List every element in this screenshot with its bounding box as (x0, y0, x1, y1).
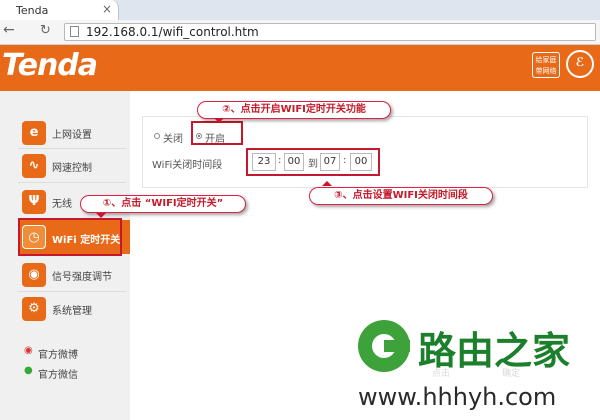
weibo-icon: ◉ (24, 345, 33, 356)
annotation-box-enable (191, 121, 243, 145)
annotation-arrow (322, 181, 332, 186)
watermark-logo-cut (384, 340, 410, 352)
annotation-step3: ③、点击设置WIFI关闭时间段 (309, 187, 493, 205)
page-icon (70, 26, 79, 37)
signal-icon: ◉ (22, 263, 46, 287)
product-badge-line2: 带网络 (535, 67, 557, 75)
sidebar-item-label: 上网设置 (52, 130, 92, 141)
sidebar-item-speed-control[interactable]: ∿ 网速控制 (0, 149, 130, 183)
radio-off[interactable] (154, 133, 160, 139)
url-text[interactable]: 192.168.0.1/wifi_control.htm (86, 25, 259, 39)
annotation-step2: ②、点击开启WIFI定时开关功能 (197, 101, 391, 119)
sidebar-item-label: 网速控制 (52, 163, 92, 174)
wechat-link[interactable]: 官方微信 (38, 366, 78, 381)
wechat-icon: ● (24, 365, 33, 376)
annotation-arrow (214, 118, 224, 123)
tab-close-icon[interactable]: × (102, 2, 112, 16)
annotation-step1: ①、点击 “WIFI定时开关” (80, 195, 246, 213)
weibo-link[interactable]: 官方微博 (38, 346, 78, 361)
schedule-label: WiFi关闭时间段 (152, 160, 223, 171)
annotation-box-time-range (246, 148, 380, 176)
annotation-box-sidebar (18, 218, 122, 256)
watermark-faded-text: 确定 (502, 369, 521, 379)
gear-icon: ⚙ (22, 297, 46, 321)
sidebar-item-label: 系统管理 (52, 306, 92, 317)
sidebar-item-label: 信号强度调节 (52, 272, 112, 283)
product-badge-line1: 给家庭 (535, 56, 557, 64)
tab-title: Tenda (16, 4, 49, 17)
brand-emblem-mark: ℰ (575, 55, 585, 69)
radio-off-label[interactable]: 关闭 (163, 130, 183, 145)
sidebar-item-system[interactable]: ⚙ 系统管理 (0, 292, 130, 326)
wireless-icon: Ψ (22, 190, 46, 214)
sidebar-divider (18, 182, 126, 183)
reload-icon[interactable]: ↻ (40, 23, 56, 39)
sidebar-item-signal-strength[interactable]: ◉ 信号强度调节 (0, 258, 130, 292)
annotation-arrow (96, 213, 106, 218)
back-icon[interactable]: ← (3, 22, 17, 40)
internet-icon: e (22, 121, 46, 145)
watermark-faded-text: 点击 (432, 369, 451, 379)
speed-wave-icon: ∿ (22, 154, 46, 178)
sidebar-item-internet-settings[interactable]: e 上网设置 (0, 116, 130, 150)
watermark-url: www.hhhyh.com (358, 383, 557, 411)
sidebar-item-label: 无线 (52, 199, 72, 210)
tenda-logo: Tenda (2, 48, 98, 83)
